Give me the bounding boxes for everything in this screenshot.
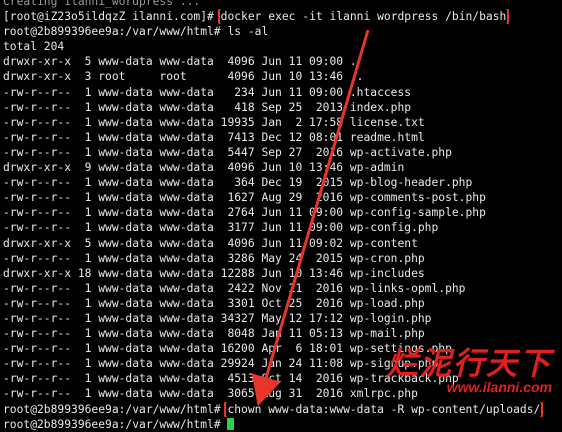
terminal-line: -rw-r--r-- 1 www-data www-data 3177 Jun …: [3, 220, 559, 235]
terminal-line: -rw-r--r-- 1 www-data www-data 234 Jun 1…: [3, 85, 559, 100]
terminal-line-text: -rw-r--r-- 1 www-data www-data 34327 May…: [3, 311, 432, 325]
terminal-line-text: total 204: [3, 40, 65, 54]
terminal-line-text: -rw-r--r-- 1 www-data www-data 3286 May …: [3, 251, 425, 265]
shell-prompt: [root@iZ23o5ildqzZ ilanni.com]#: [3, 10, 221, 24]
terminal-line: [root@iZ23o5ildqzZ ilanni.com]# docker e…: [3, 9, 559, 25]
terminal-line-text: -rw-r--r-- 1 www-data www-data 234 Jun 1…: [3, 85, 412, 99]
terminal-line: -rw-r--r-- 1 www-data www-data 2764 Jun …: [3, 205, 559, 220]
terminal-line: -rw-r--r-- 1 www-data www-data 3286 May …: [3, 251, 559, 266]
terminal-line-text: -rw-r--r-- 1 www-data www-data 29924 Jan…: [3, 357, 439, 371]
terminal-line: root@2b899396ee9a:/var/www/html#: [3, 417, 559, 432]
terminal-line: root@2b899396ee9a:/var/www/html# chown w…: [3, 401, 559, 417]
terminal-line: -rw-r--r-- 1 www-data www-data 8048 Jan …: [3, 326, 559, 341]
terminal-line: drwxr-xr-x 9 www-data www-data 4096 Jun …: [3, 160, 559, 175]
terminal-line-text: drwxr-xr-x 5 www-data www-data 4096 Jun …: [3, 236, 418, 250]
terminal-line-text: -rw-r--r-- 1 www-data www-data 7413 Dec …: [3, 130, 425, 144]
terminal-line: -rw-r--r-- 1 www-data www-data 34327 May…: [3, 311, 559, 326]
terminal-line-text: -rw-r--r-- 1 www-data www-data 418 Sep 2…: [3, 100, 412, 114]
terminal-line: -rw-r--r-- 1 www-data www-data 5447 Sep …: [3, 145, 559, 160]
terminal-line-text: drwxr-xr-x 9 www-data www-data 4096 Jun …: [3, 161, 405, 175]
text-cursor: [227, 417, 235, 430]
terminal-line: root@2b899396ee9a:/var/www/html# ls -al: [3, 24, 559, 39]
terminal-line: -rw-r--r-- 1 www-data www-data 7413 Dec …: [3, 130, 559, 145]
terminal-output[interactable]: Creating ilanni_wordpress ... [root@iZ23o…: [3, 0, 559, 432]
terminal-line-text: -rw-r--r-- 1 www-data www-data 3065 Aug …: [3, 387, 418, 401]
terminal-line-text: -rw-r--r-- 1 www-data www-data 2764 Jun …: [3, 206, 486, 220]
terminal-line-text: -rw-r--r-- 1 www-data www-data 4513 Oct …: [3, 372, 459, 386]
terminal-line-text: -rw-r--r-- 1 www-data www-data 3301 Oct …: [3, 296, 425, 310]
terminal-line: drwxr-xr-x 5 www-data www-data 4096 Jun …: [3, 54, 559, 69]
terminal-line-text: drwxr-xr-x 5 www-data www-data 4096 Jun …: [3, 55, 357, 69]
terminal-line-text: drwxr-xr-x 18 www-data www-data 12288 Ju…: [3, 266, 425, 280]
terminal-line-text: -rw-r--r-- 1 www-data www-data 16200 Apr…: [3, 342, 452, 356]
shell-prompt: root@2b899396ee9a:/var/www/html#: [3, 417, 228, 431]
highlighted-command: docker exec -it ilanni wordpress /bin/ba…: [217, 9, 510, 25]
terminal-line: drwxr-xr-x 18 www-data www-data 12288 Ju…: [3, 266, 559, 281]
terminal-line-text: -rw-r--r-- 1 www-data www-data 19935 Jan…: [3, 115, 425, 129]
terminal-line: -rw-r--r-- 1 www-data www-data 3301 Oct …: [3, 296, 559, 311]
terminal-line: total 204: [3, 39, 559, 54]
terminal-line: -rw-r--r-- 1 www-data www-data 3065 Aug …: [3, 386, 559, 401]
terminal-line-text: drwxr-xr-x 3 root root 4096 Jun 10 13:46…: [3, 70, 364, 84]
shell-prompt: root@2b899396ee9a:/var/www/html#: [3, 402, 228, 416]
terminal-line-text: -rw-r--r-- 1 www-data www-data 5447 Sep …: [3, 145, 452, 159]
terminal-line-text: -rw-r--r-- 1 www-data www-data 1627 Aug …: [3, 191, 486, 205]
terminal-line: -rw-r--r-- 1 www-data www-data 4513 Oct …: [3, 371, 559, 386]
terminal-line-text: root@2b899396ee9a:/var/www/html# ls -al: [3, 25, 269, 39]
terminal-line-text: -rw-r--r-- 1 www-data www-data 8048 Jan …: [3, 327, 425, 341]
terminal-line: -rw-r--r-- 1 www-data www-data 2422 Nov …: [3, 281, 559, 296]
terminal-line: drwxr-xr-x 5 www-data www-data 4096 Jun …: [3, 236, 559, 251]
terminal-line: -rw-r--r-- 1 www-data www-data 19935 Jan…: [3, 115, 559, 130]
terminal-line: drwxr-xr-x 3 root root 4096 Jun 10 13:46…: [3, 69, 559, 84]
terminal-line: -rw-r--r-- 1 www-data www-data 364 Dec 1…: [3, 175, 559, 190]
terminal-line: -rw-r--r-- 1 www-data www-data 16200 Apr…: [3, 341, 559, 356]
terminal-line: -rw-r--r-- 1 www-data www-data 418 Sep 2…: [3, 100, 559, 115]
terminal-line-text: -rw-r--r-- 1 www-data www-data 364 Dec 1…: [3, 176, 473, 190]
terminal-line-text: Creating ilanni_wordpress ...: [3, 0, 201, 8]
terminal-line-text: -rw-r--r-- 1 www-data www-data 3177 Jun …: [3, 221, 439, 235]
terminal-line-text: -rw-r--r-- 1 www-data www-data 2422 Nov …: [3, 281, 466, 295]
terminal-line: Creating ilanni_wordpress ...: [3, 0, 559, 9]
terminal-line: -rw-r--r-- 1 www-data www-data 1627 Aug …: [3, 190, 559, 205]
highlighted-command: chown www-data:www-data -R wp-content/up…: [224, 401, 544, 417]
terminal-line: -rw-r--r-- 1 www-data www-data 29924 Jan…: [3, 356, 559, 371]
